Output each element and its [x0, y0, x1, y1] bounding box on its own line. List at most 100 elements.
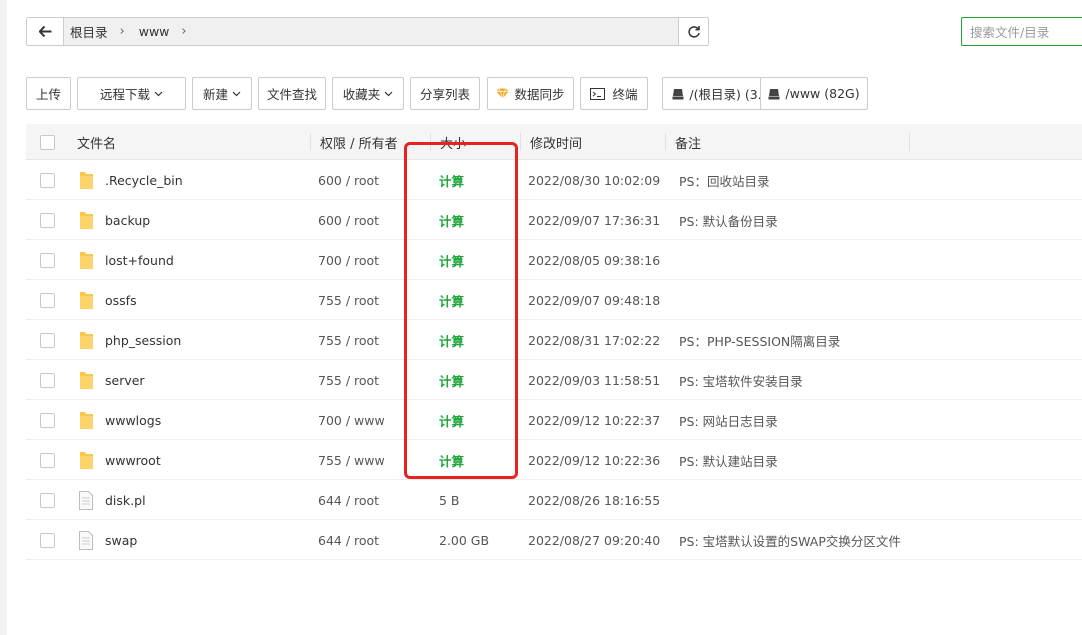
folder-icon: [79, 240, 94, 280]
path-bar: 根目录 › www ›: [26, 17, 709, 46]
row-checkbox[interactable]: [40, 480, 55, 520]
file-note[interactable]: PS: 宝塔软件安装目录: [679, 360, 803, 400]
chevron-down-icon: [232, 91, 241, 97]
row-checkbox[interactable]: [40, 320, 55, 360]
file-note[interactable]: PS: 宝塔默认设置的SWAP交换分区文件: [679, 520, 901, 560]
file-size: 5 B: [439, 492, 460, 508]
file-name[interactable]: wwwroot: [105, 440, 161, 480]
file-name[interactable]: .Recycle_bin: [105, 160, 183, 200]
table-row[interactable]: disk.pl 644 / root 5 B 2022/08/26 18:16:55: [26, 480, 1082, 520]
file-permission[interactable]: 755 / root: [318, 320, 379, 360]
file-size: 2.00 GB: [439, 532, 490, 548]
column-divider: [310, 133, 311, 151]
row-checkbox[interactable]: [40, 440, 55, 480]
remote-download-label: 远程下载: [99, 87, 150, 102]
back-button[interactable]: [27, 18, 64, 45]
file-modified-time: 2022/08/26 18:16:55: [528, 492, 661, 508]
search-input[interactable]: 搜索文件/目录: [961, 17, 1082, 46]
header-name[interactable]: 文件名: [77, 124, 116, 160]
file-permission[interactable]: 700 / root: [318, 240, 379, 280]
size-column-highlight: [404, 142, 518, 479]
file-name[interactable]: wwwlogs: [105, 400, 161, 440]
file-icon: [79, 480, 93, 520]
file-modified-time: 2022/09/12 10:22:37: [528, 412, 661, 428]
row-checkbox[interactable]: [40, 240, 55, 280]
row-checkbox[interactable]: [40, 400, 55, 440]
table-row[interactable]: wwwlogs 700 / www 计算 2022/09/12 10:22:37 PS:…: [26, 400, 1082, 440]
find-file-button[interactable]: 文件查找: [258, 77, 326, 110]
row-checkbox[interactable]: [40, 160, 55, 200]
file-name[interactable]: swap: [105, 520, 137, 560]
file-permission[interactable]: 700 / www: [318, 400, 385, 440]
remote-download-button[interactable]: 远程下载: [77, 77, 186, 110]
file-name[interactable]: backup: [105, 200, 150, 240]
table-row[interactable]: .Recycle_bin 600 / root 计算 2022/08/30 10:02…: [26, 160, 1082, 200]
breadcrumb: 根目录 › www ›: [70, 18, 201, 45]
row-checkbox[interactable]: [40, 360, 55, 400]
row-checkbox[interactable]: [40, 280, 55, 320]
file-permission[interactable]: 755 / root: [318, 280, 379, 320]
breadcrumb-root[interactable]: 根目录: [70, 22, 108, 41]
file-permission[interactable]: 755 / www: [318, 440, 385, 480]
table-row[interactable]: ossfs 755 / root 计算 2022/09/07 09:48:18: [26, 280, 1082, 320]
terminal-icon: [590, 87, 606, 100]
disk-www-button[interactable]: /www (82G): [760, 77, 868, 110]
folder-icon: [79, 160, 94, 200]
file-note[interactable]: PS：回收站目录: [679, 160, 769, 200]
header-modified-time[interactable]: 修改时间: [530, 124, 582, 160]
new-label: 新建: [202, 87, 228, 102]
breadcrumb-www[interactable]: www: [139, 24, 170, 39]
table-row[interactable]: lost+found 700 / root 计算 2022/08/05 09:38:1…: [26, 240, 1082, 280]
data-sync-button[interactable]: 数据同步: [487, 77, 574, 110]
folder-icon: [79, 440, 94, 480]
row-checkbox[interactable]: [40, 520, 55, 560]
folder-icon: [79, 280, 94, 320]
data-sync-label: 数据同步: [514, 87, 565, 102]
file-modified-time: 2022/08/05 09:38:16: [528, 252, 661, 268]
folder-icon: [79, 200, 94, 240]
chevron-right-icon: ›: [119, 24, 125, 39]
new-button[interactable]: 新建: [192, 77, 252, 110]
share-list-button[interactable]: 分享列表: [410, 77, 480, 110]
file-permission[interactable]: 600 / root: [318, 160, 379, 200]
chevron-down-icon: [154, 91, 163, 97]
file-permission[interactable]: 644 / root: [318, 520, 379, 560]
file-modified-time: 2022/08/27 09:20:40: [528, 532, 661, 548]
file-name[interactable]: ossfs: [105, 280, 137, 320]
file-name[interactable]: disk.pl: [105, 480, 146, 520]
file-note[interactable]: PS: 默认建站目录: [679, 440, 778, 480]
terminal-button[interactable]: 终端: [580, 77, 648, 110]
file-permission[interactable]: 755 / root: [318, 360, 379, 400]
table-row[interactable]: swap 644 / root 2.00 GB 2022/08/27 09:20:40…: [26, 520, 1082, 560]
table-row[interactable]: wwwroot 755 / www 计算 2022/09/12 10:22:36 PS:…: [26, 440, 1082, 480]
table-row[interactable]: backup 600 / root 计算 2022/09/07 17:36:31 PS:…: [26, 200, 1082, 240]
table-row[interactable]: server 755 / root 计算 2022/09/03 11:58:51 PS:…: [26, 360, 1082, 400]
disk-www-label: /www (82G): [785, 86, 860, 101]
file-permission[interactable]: 600 / root: [318, 200, 379, 240]
file-name[interactable]: lost+found: [105, 240, 174, 280]
file-modified-time: 2022/09/07 17:36:31: [528, 212, 661, 228]
file-note[interactable]: PS: 默认备份目录: [679, 200, 778, 240]
column-divider: [909, 133, 910, 151]
folder-icon: [79, 320, 94, 360]
table-row[interactable]: php_session 755 / root 计算 2022/08/31 17:02:…: [26, 320, 1082, 360]
file-note[interactable]: PS: 网站日志目录: [679, 400, 778, 440]
refresh-button[interactable]: [678, 18, 708, 45]
column-divider: [665, 133, 666, 151]
file-name[interactable]: server: [105, 360, 145, 400]
file-note[interactable]: PS：PHP-SESSION隔离目录: [679, 320, 840, 360]
favorites-label: 收藏夹: [342, 87, 381, 102]
left-edge-strip: [0, 0, 7, 635]
disk-root-label: /(根目录) (3...: [689, 87, 770, 102]
header-permission[interactable]: 权限 / 所有者: [320, 124, 398, 160]
chevron-down-icon: [384, 91, 393, 97]
row-checkbox[interactable]: [40, 200, 55, 240]
arrow-left-icon: [38, 26, 51, 37]
refresh-icon: [687, 25, 700, 38]
select-all-checkbox[interactable]: [40, 124, 55, 160]
file-permission[interactable]: 644 / root: [318, 480, 379, 520]
diamond-icon: [496, 88, 509, 99]
upload-button[interactable]: 上传: [26, 77, 71, 110]
favorites-button[interactable]: 收藏夹: [332, 77, 404, 110]
file-name[interactable]: php_session: [105, 320, 181, 360]
